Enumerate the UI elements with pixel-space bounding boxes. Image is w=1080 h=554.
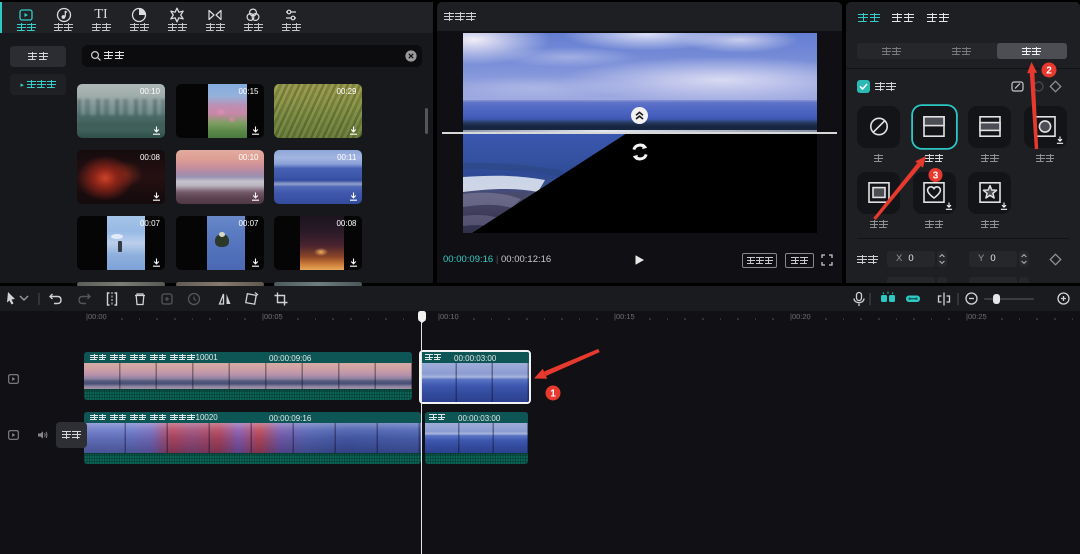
svg-text:3: 3 — [933, 171, 939, 182]
svg-text:2: 2 — [1046, 66, 1052, 77]
svg-text:1: 1 — [550, 389, 556, 400]
